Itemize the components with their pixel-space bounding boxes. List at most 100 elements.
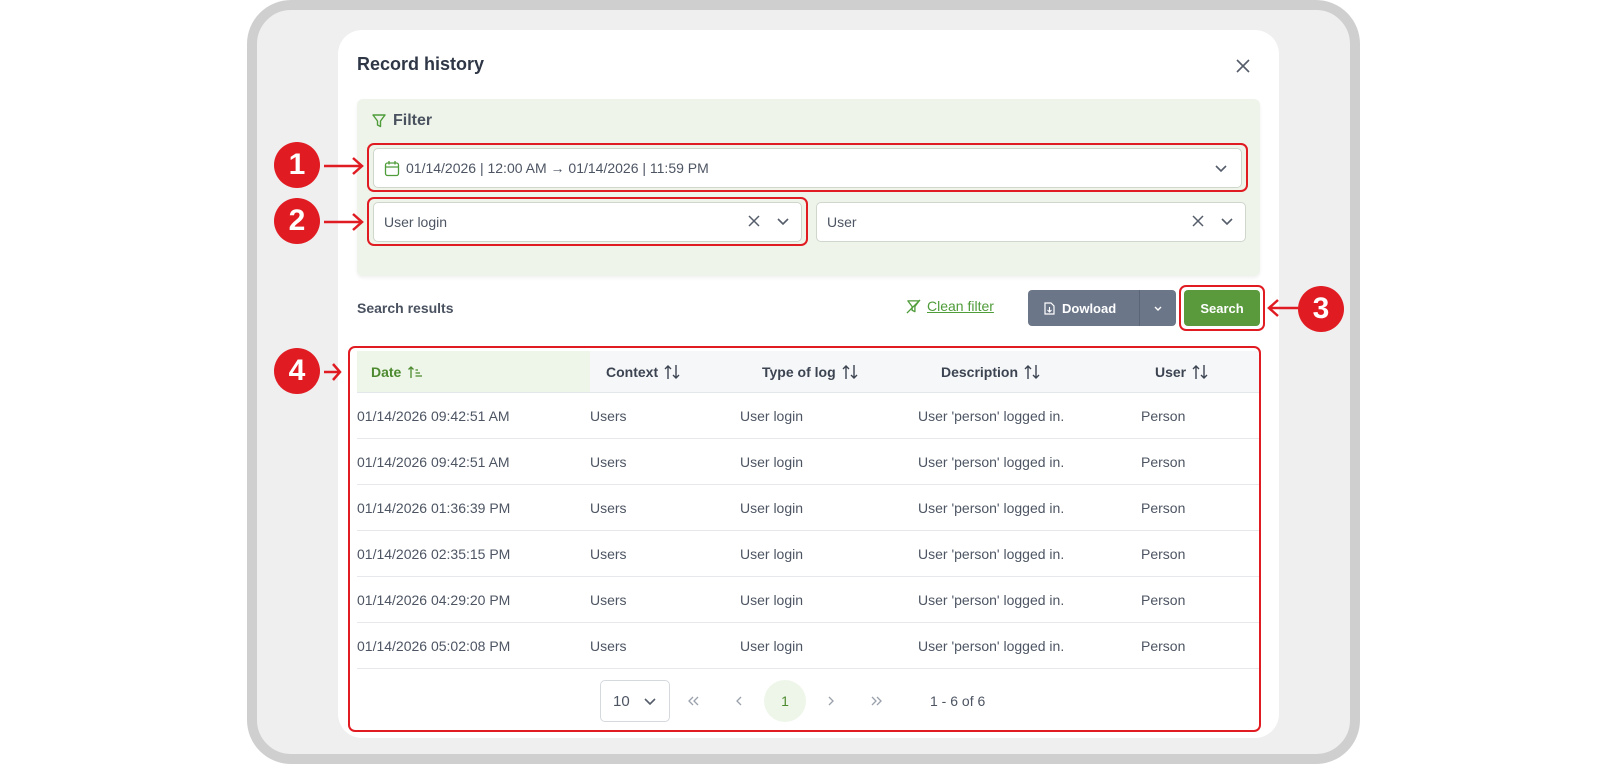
sort-icon bbox=[1024, 364, 1040, 379]
column-label: User bbox=[1155, 363, 1187, 380]
double-chevron-right-icon bbox=[871, 696, 882, 706]
double-chevron-left-icon bbox=[688, 696, 699, 706]
current-page-button[interactable]: 1 bbox=[764, 680, 806, 722]
filter-icon bbox=[372, 114, 386, 128]
column-header-description[interactable]: Description bbox=[918, 351, 1141, 392]
cell-type: User login bbox=[740, 407, 804, 424]
cell-date: 01/14/2026 09:42:51 AM bbox=[357, 453, 510, 470]
column-label: Date bbox=[371, 363, 402, 380]
callout-badge-1: 1 bbox=[274, 142, 320, 188]
cell-context: Users bbox=[590, 591, 627, 608]
user-select-value: User bbox=[827, 214, 857, 230]
cell-type: User login bbox=[740, 637, 804, 654]
close-icon bbox=[1236, 59, 1250, 73]
filter-clear-icon bbox=[906, 298, 921, 314]
table-row[interactable]: 01/14/2026 04:29:20 PM Users User login … bbox=[357, 577, 1260, 623]
close-button[interactable] bbox=[1231, 54, 1255, 78]
column-header-context[interactable]: Context bbox=[590, 351, 740, 392]
column-header-date[interactable]: Date bbox=[357, 351, 590, 392]
filter-heading-label: Filter bbox=[393, 112, 433, 129]
sort-icon bbox=[664, 364, 680, 379]
chevron-right-icon bbox=[828, 696, 834, 706]
cell-date: 01/14/2026 02:35:15 PM bbox=[357, 545, 511, 562]
sort-icon bbox=[842, 364, 858, 379]
callout-badge-3: 3 bbox=[1298, 286, 1344, 332]
download-label: Dowload bbox=[1062, 300, 1117, 316]
clean-filter-link[interactable]: Clean filter bbox=[906, 298, 994, 314]
chevron-left-icon bbox=[736, 696, 742, 706]
cell-context: Users bbox=[590, 407, 627, 424]
page-size-select[interactable]: 10 bbox=[600, 680, 670, 722]
download-dropdown[interactable] bbox=[1140, 290, 1176, 326]
cell-date: 01/14/2026 01:36:39 PM bbox=[357, 499, 511, 516]
cell-user: Person bbox=[1141, 407, 1186, 424]
cell-user: Person bbox=[1141, 591, 1186, 608]
arrow-right-icon bbox=[324, 213, 364, 231]
calendar-icon bbox=[384, 160, 400, 176]
results-table: Date Context Type of log Description Use… bbox=[357, 351, 1260, 669]
modal-title: Record history bbox=[357, 54, 485, 74]
table-row[interactable]: 01/14/2026 01:36:39 PM Users User login … bbox=[357, 485, 1260, 531]
sort-icon bbox=[1192, 364, 1208, 379]
cell-date: 01/14/2026 04:29:20 PM bbox=[357, 591, 511, 608]
cell-context: Users bbox=[590, 637, 627, 654]
date-range-picker[interactable]: 01/14/2026 | 12:00 AM → 01/14/2026 | 11:… bbox=[373, 148, 1242, 188]
cell-type: User login bbox=[740, 591, 804, 608]
cell-date: 01/14/2026 05:02:08 PM bbox=[357, 637, 511, 654]
table-row[interactable]: 01/14/2026 02:35:15 PM Users User login … bbox=[357, 531, 1260, 577]
search-button[interactable]: Search bbox=[1184, 290, 1260, 326]
arrow-right-icon bbox=[324, 157, 364, 175]
cell-type: User login bbox=[740, 499, 804, 516]
log-type-value: User login bbox=[384, 214, 448, 230]
cell-description: User 'person' logged in. bbox=[918, 591, 1065, 608]
first-page-button[interactable] bbox=[670, 680, 716, 722]
callout-badge-2: 2 bbox=[274, 198, 320, 244]
chevron-down-icon bbox=[644, 698, 656, 706]
table-header: Date Context Type of log Description Use… bbox=[357, 351, 1260, 393]
cell-description: User 'person' logged in. bbox=[918, 499, 1065, 516]
cell-description: User 'person' logged in. bbox=[918, 545, 1065, 562]
cell-type: User login bbox=[740, 453, 804, 470]
cell-user: Person bbox=[1141, 545, 1186, 562]
cell-context: Users bbox=[590, 453, 627, 470]
cell-context: Users bbox=[590, 499, 627, 516]
arrow-left-icon bbox=[1267, 299, 1298, 317]
table-row[interactable]: 01/14/2026 09:42:51 AM Users User login … bbox=[357, 393, 1260, 439]
page-size-value: 10 bbox=[613, 692, 630, 710]
column-label: Type of log bbox=[762, 363, 836, 380]
cell-user: Person bbox=[1141, 637, 1186, 654]
chevron-down-icon[interactable] bbox=[1219, 213, 1235, 229]
user-select[interactable]: User bbox=[816, 202, 1246, 242]
column-header-type[interactable]: Type of log bbox=[740, 351, 918, 392]
next-page-button[interactable] bbox=[808, 680, 854, 722]
table-row[interactable]: 01/14/2026 05:02:08 PM Users User login … bbox=[357, 623, 1260, 669]
chevron-down-icon bbox=[1215, 165, 1227, 173]
column-label: Description bbox=[941, 363, 1019, 380]
table-row[interactable]: 01/14/2026 09:42:51 AM Users User login … bbox=[357, 439, 1260, 485]
last-page-button[interactable] bbox=[854, 680, 900, 722]
cell-description: User 'person' logged in. bbox=[918, 453, 1065, 470]
cell-user: Person bbox=[1141, 453, 1186, 470]
clear-icon[interactable] bbox=[1191, 214, 1205, 228]
clear-icon[interactable] bbox=[747, 214, 761, 228]
cell-description: User 'person' logged in. bbox=[918, 407, 1065, 424]
cell-date: 01/14/2026 09:42:51 AM bbox=[357, 407, 510, 424]
arrow-right-icon bbox=[324, 363, 342, 381]
column-header-user[interactable]: User bbox=[1141, 351, 1260, 392]
chevron-down-icon[interactable] bbox=[775, 213, 791, 229]
log-type-select[interactable]: User login bbox=[373, 202, 802, 242]
pagination-info: 1 - 6 of 6 bbox=[930, 693, 986, 709]
search-results-label: Search results bbox=[357, 300, 454, 316]
clean-filter-label: Clean filter bbox=[927, 298, 994, 314]
pagination: 10 1 1 - 6 of 6 bbox=[600, 680, 985, 722]
download-button[interactable]: Dowload bbox=[1028, 290, 1176, 326]
column-label: Context bbox=[606, 363, 659, 380]
cell-type: User login bbox=[740, 545, 804, 562]
filter-heading: Filter bbox=[371, 112, 432, 130]
download-main[interactable]: Dowload bbox=[1028, 290, 1140, 326]
chevron-down-icon bbox=[1154, 306, 1162, 311]
file-icon bbox=[1044, 301, 1055, 315]
prev-page-button[interactable] bbox=[716, 680, 762, 722]
cell-context: Users bbox=[590, 545, 627, 562]
cell-user: Person bbox=[1141, 499, 1186, 516]
